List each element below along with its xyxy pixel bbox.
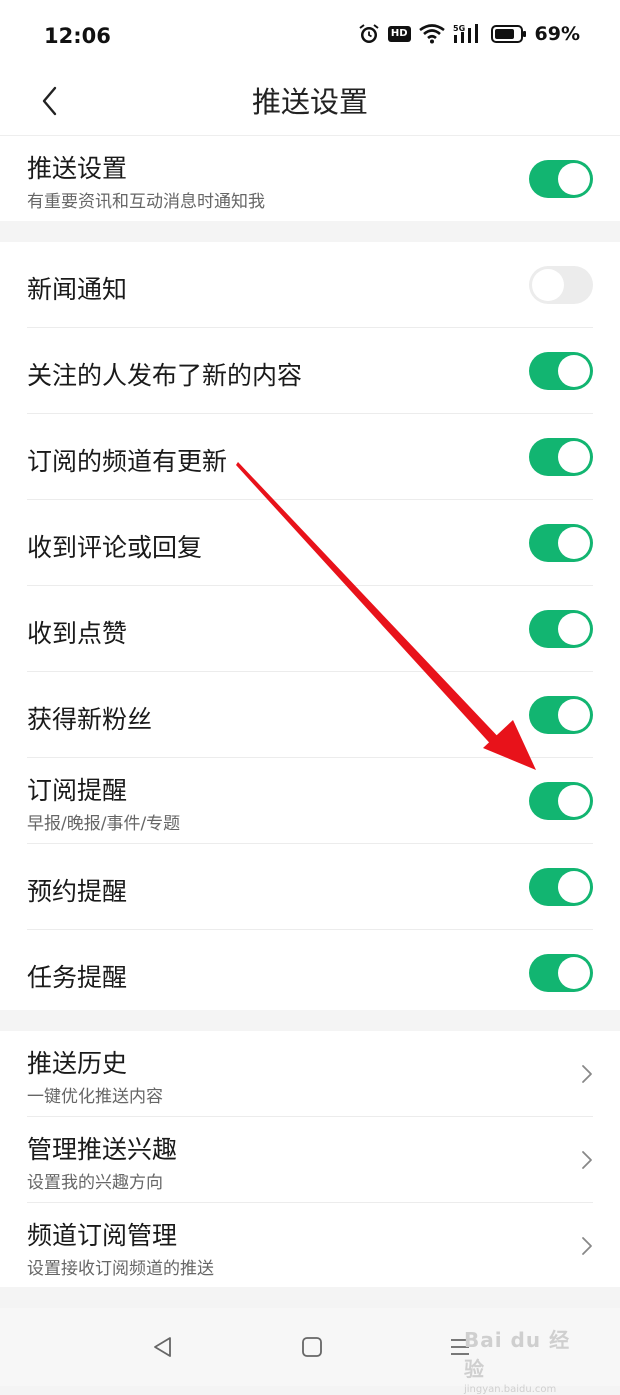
toggle-new-fans[interactable] [529,695,593,734]
link-row-push-interests[interactable]: 管理推送兴趣 设置我的兴趣方向 [27,1117,593,1203]
nav-home-button[interactable] [297,1332,327,1362]
signal-icon: 5G [453,23,483,45]
toggle-knob [558,698,590,731]
chevron-right-icon [582,1150,592,1169]
toggle-knob [558,956,590,989]
link-desc-channel-subscriptions: 设置接收订阅频道的推送 [27,1259,214,1279]
wifi-icon [418,24,445,44]
toggle-knob [558,526,590,559]
link-label-push-history: 推送历史 [27,1049,128,1078]
toggle-knob [558,612,590,645]
link-label-channel-subscriptions: 频道订阅管理 [27,1221,178,1250]
chevron-right-icon [582,1236,592,1255]
toggle-row-new-fans[interactable]: 获得新粉丝 [27,672,593,758]
alarm-icon [358,23,380,45]
toggle-news[interactable] [529,265,593,304]
page-title: 推送设置 [251,85,368,119]
toggle-likes[interactable] [529,609,593,648]
toggle-row-task-reminder[interactable]: 任务提醒 [27,930,593,1015]
toggle-row-comments[interactable]: 收到评论或回复 [27,500,593,586]
battery-percent: 69% [534,23,580,45]
chevron-right-icon [582,1064,592,1083]
toggle-knob [558,440,590,473]
toggle-label-channel-updates: 订阅的频道有更新 [27,447,228,476]
toggle-knob [532,268,564,301]
triangle-back-icon [154,1337,171,1357]
hd-icon: HD [387,26,411,42]
master-push-label: 推送设置 [27,154,128,183]
toggle-label-comments: 收到评论或回复 [27,533,203,562]
toggle-knob [558,784,590,817]
toggle-appointment-reminder[interactable] [529,867,593,906]
toggle-label-task-reminder: 任务提醒 [27,963,128,992]
toggle-knob [558,162,590,195]
toggle-desc-subscription-reminder: 早报/晚报/事件/专题 [27,814,181,834]
toggle-label-subscription-reminder: 订阅提醒 [27,776,128,805]
master-section: 推送设置 有重要资讯和互动消息时通知我 [0,136,620,221]
toggle-row-followed-posts[interactable]: 关注的人发布了新的内容 [27,328,593,414]
nav-back-button[interactable] [148,1332,178,1362]
push-links-section: 推送历史 一键优化推送内容 管理推送兴趣 设置我的兴趣方向 频道订阅管理 设置接… [0,1031,620,1287]
square-home-icon [302,1337,322,1357]
svg-text:5G: 5G [453,24,465,33]
link-label-push-interests: 管理推送兴趣 [27,1135,178,1164]
link-row-push-history[interactable]: 推送历史 一键优化推送内容 [27,1031,593,1117]
master-push-toggle[interactable] [529,159,593,198]
toggle-row-channel-updates[interactable]: 订阅的频道有更新 [27,414,593,500]
link-desc-push-history: 一键优化推送内容 [27,1087,163,1107]
toggle-label-new-fans: 获得新粉丝 [27,705,153,734]
toggle-row-appointment-reminder[interactable]: 预约提醒 [27,844,593,930]
toggle-comments[interactable] [529,523,593,562]
toggle-row-likes[interactable]: 收到点赞 [27,586,593,672]
nav-bar: 推送设置 [0,75,620,136]
toggle-knob [558,870,590,903]
link-row-channel-subscriptions[interactable]: 频道订阅管理 设置接收订阅频道的推送 [27,1203,593,1288]
toggle-channel-updates[interactable] [529,437,593,476]
status-time: 12:06 [44,24,111,48]
toggle-label-followed-posts: 关注的人发布了新的内容 [27,361,303,390]
toggle-label-likes: 收到点赞 [27,619,128,648]
toggle-subscription-reminder[interactable] [529,781,593,820]
toggle-label-appointment-reminder: 预约提醒 [27,877,128,906]
notification-toggles-section: 新闻通知 关注的人发布了新的内容 订阅的频道有更新 收到评论或回复 收到点赞 获… [0,242,620,1010]
system-nav-bar: Bai du 经验 jingyan.baidu.com [0,1308,620,1395]
toggle-knob [558,354,590,387]
status-bar: 12:06 HD 5G 69% [0,0,620,75]
status-icons: HD 5G 69% [358,23,580,45]
watermark: Bai du 经验 jingyan.baidu.com [464,1324,584,1395]
toggle-task-reminder[interactable] [529,953,593,992]
toggle-followed-posts[interactable] [529,351,593,390]
battery-icon [490,24,527,44]
toggle-row-subscription-reminder[interactable]: 订阅提醒 早报/晚报/事件/专题 [27,758,593,844]
watermark-logo: Bai du 经验 [464,1328,571,1381]
link-desc-push-interests: 设置我的兴趣方向 [27,1173,163,1193]
master-push-row[interactable]: 推送设置 有重要资讯和互动消息时通知我 [27,136,593,221]
master-push-desc: 有重要资讯和互动消息时通知我 [27,192,265,212]
toggle-label-news: 新闻通知 [27,275,128,304]
toggle-row-news[interactable]: 新闻通知 [27,242,593,328]
